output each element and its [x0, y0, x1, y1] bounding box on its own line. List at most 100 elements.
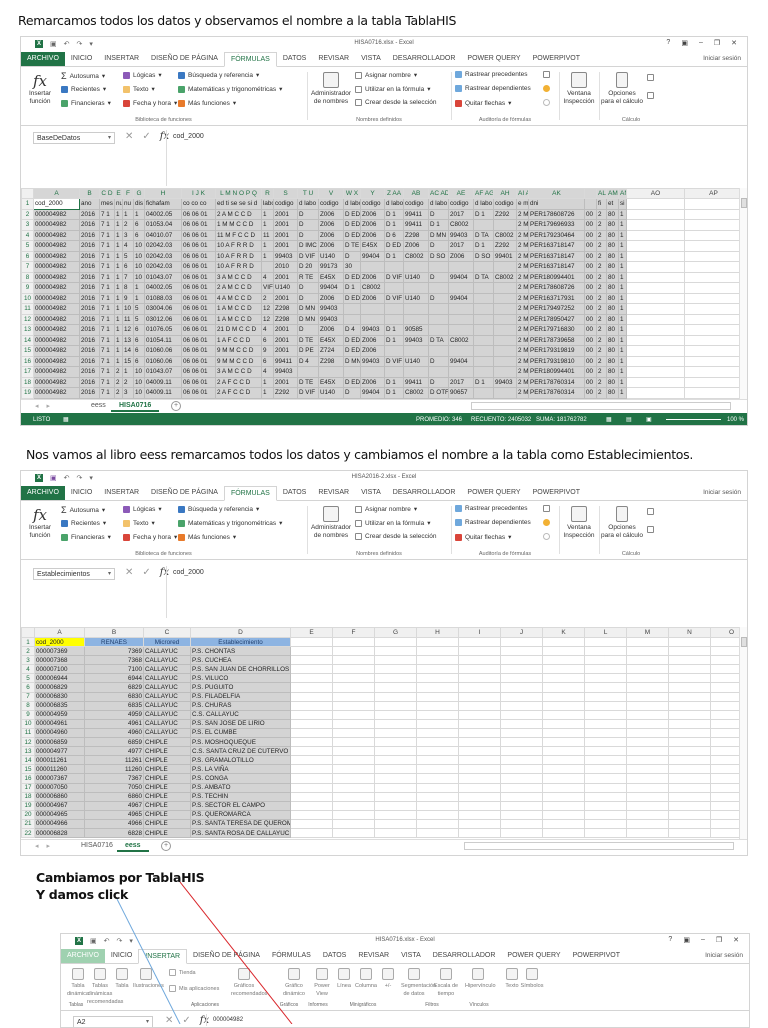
cell[interactable] — [374, 791, 417, 802]
cell[interactable] — [493, 324, 517, 336]
cell[interactable] — [384, 261, 404, 273]
sheet-tab-eess[interactable]: eess — [117, 840, 149, 852]
row-header[interactable]: 1 — [21, 198, 34, 210]
column-header[interactable]: S — [273, 188, 298, 199]
cell[interactable]: labo — [261, 198, 274, 210]
row-header[interactable]: 15 — [21, 345, 34, 357]
cell[interactable] — [584, 737, 627, 748]
cell[interactable] — [584, 198, 597, 210]
cell[interactable]: 2001 — [273, 324, 298, 336]
cell[interactable]: 000006829 — [34, 682, 85, 693]
show-formulas-button[interactable] — [543, 71, 550, 78]
cell[interactable]: 5 — [133, 303, 145, 315]
cell[interactable]: D MN — [297, 313, 319, 325]
column-header[interactable]: AI AJ — [516, 188, 529, 199]
cell[interactable]: 99404 — [448, 355, 474, 367]
evaluate-formula-button[interactable] — [543, 99, 550, 106]
cell[interactable]: 06 06 01 — [181, 250, 216, 262]
cell[interactable] — [542, 800, 585, 811]
cell[interactable] — [458, 636, 501, 648]
cell[interactable]: 00 — [584, 334, 597, 346]
cell[interactable] — [542, 818, 585, 829]
cell[interactable]: 1 — [618, 387, 627, 399]
cell[interactable] — [374, 827, 417, 839]
cell[interactable] — [374, 664, 417, 675]
cell[interactable]: 06 06 01 — [181, 208, 216, 220]
cell[interactable]: CHIPLE — [143, 746, 191, 757]
cell[interactable] — [684, 250, 743, 262]
cell[interactable]: 000004982 — [33, 324, 80, 336]
cell[interactable]: 000007367 — [34, 773, 85, 784]
cell[interactable]: fi — [596, 198, 607, 210]
cell[interactable]: 02042.03 — [144, 261, 182, 273]
name-box[interactable]: Establecimientos ▾ — [33, 568, 115, 580]
tab-desarrollador[interactable]: DESARROLLADOR — [387, 52, 462, 66]
cell[interactable] — [626, 773, 669, 784]
row-header[interactable]: 8 — [21, 271, 34, 283]
cell[interactable]: 80 — [606, 282, 619, 294]
cell[interactable]: 1 — [114, 292, 123, 304]
cell[interactable]: 2016 — [79, 355, 100, 367]
cell[interactable]: CHIPLE — [143, 800, 191, 811]
cell[interactable] — [473, 313, 494, 325]
cell[interactable] — [290, 809, 333, 820]
cell[interactable]: P.S. EL CUMBE — [190, 727, 291, 739]
cell[interactable] — [542, 700, 585, 711]
cell[interactable] — [332, 709, 375, 720]
cell[interactable]: D TA — [428, 334, 449, 346]
cell[interactable]: 80 — [606, 261, 619, 273]
cell[interactable]: 8 — [122, 282, 134, 294]
cell[interactable] — [416, 700, 459, 711]
cell[interactable] — [626, 655, 669, 666]
cell[interactable]: 80 — [606, 387, 619, 399]
cell[interactable]: 06 06 01 — [181, 240, 216, 252]
cell[interactable] — [542, 655, 585, 666]
cell[interactable]: 80 — [606, 292, 619, 304]
cell[interactable]: D MN — [343, 355, 361, 367]
cell[interactable]: 2001 — [273, 240, 298, 252]
cell[interactable]: 01088.03 — [144, 292, 182, 304]
cell[interactable]: 2 M — [516, 208, 529, 220]
cell[interactable]: 06 06 01 — [181, 271, 216, 283]
cell[interactable]: C.S. CALLAYUC — [190, 709, 291, 720]
cell[interactable]: Z292 — [273, 387, 298, 399]
cell[interactable]: 00 — [584, 240, 597, 252]
use-in-formula-button[interactable]: Utilizar en la fórmula ▾ — [355, 85, 431, 93]
tab-insertar[interactable]: INSERTAR — [98, 52, 145, 66]
trace-precedents-button[interactable]: Rastrear precedentes — [455, 71, 528, 78]
column-header[interactable]: N — [668, 627, 711, 638]
cell[interactable] — [626, 313, 685, 325]
cell[interactable]: E45X — [318, 376, 344, 388]
cell[interactable] — [290, 773, 333, 784]
cell[interactable] — [626, 646, 669, 657]
cell[interactable]: U140 — [403, 355, 429, 367]
cell[interactable]: 000004982 — [33, 376, 80, 388]
cell[interactable] — [458, 673, 501, 684]
cell[interactable]: 000011260 — [34, 764, 85, 775]
cell[interactable]: PER179696933 — [528, 219, 585, 231]
cell[interactable] — [290, 782, 333, 793]
logical-button[interactable]: Lógicas ▾ — [123, 505, 162, 513]
cell[interactable]: U140 — [403, 292, 429, 304]
column-header[interactable]: E — [290, 627, 333, 638]
cell[interactable] — [493, 282, 517, 294]
cell[interactable] — [458, 655, 501, 666]
cell[interactable]: D 1 — [343, 282, 361, 294]
cell[interactable]: 000004982 — [33, 229, 80, 241]
cell[interactable]: 6944 — [84, 673, 144, 684]
close-icon[interactable]: ✕ — [733, 936, 739, 944]
cell[interactable] — [458, 664, 501, 675]
vertical-scrollbar[interactable] — [739, 188, 747, 400]
cell[interactable] — [500, 718, 543, 729]
cell[interactable] — [458, 800, 501, 811]
cell[interactable] — [584, 673, 627, 684]
column-header[interactable]: AO — [626, 188, 685, 199]
cell[interactable]: 01043.07 — [144, 366, 182, 378]
cell[interactable]: 4 A M C C D — [215, 292, 262, 304]
column-header[interactable]: V — [318, 188, 344, 199]
cancel-icon[interactable]: ✕ — [125, 131, 133, 142]
cell[interactable]: d labo — [473, 198, 494, 210]
cell[interactable] — [500, 709, 543, 720]
tab-insertar[interactable]: INSERTAR — [138, 949, 188, 964]
logical-button[interactable]: Lógicas ▾ — [123, 71, 162, 79]
